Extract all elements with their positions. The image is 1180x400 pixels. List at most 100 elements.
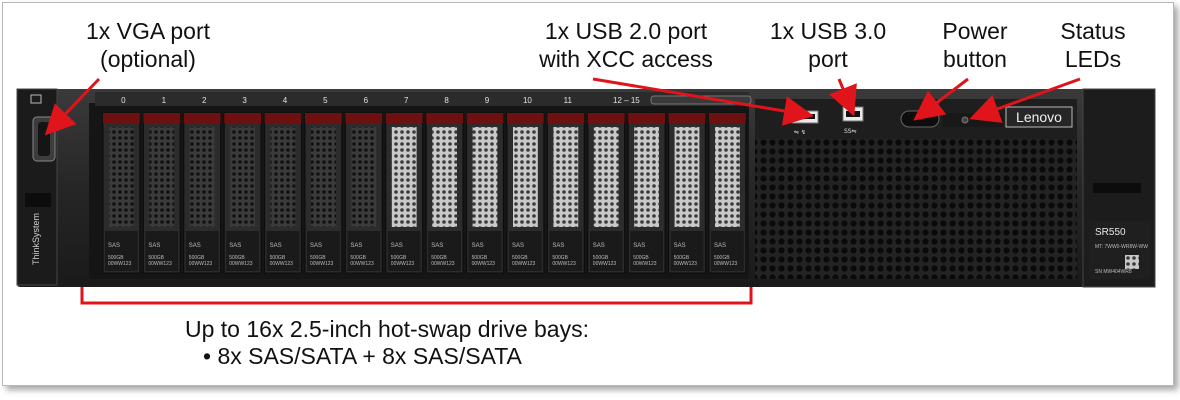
drive-label-type: SAS: [310, 243, 322, 249]
drive-bay: SAS500GB00WW123: [668, 112, 706, 274]
drive-bay: SAS500GB00WW123: [708, 112, 747, 274]
drive-label-type: SAS: [593, 243, 605, 249]
drive-label-type: SAS: [552, 243, 564, 249]
drive-bay: SAS500GB00WW123: [506, 112, 545, 274]
drive-bay: SAS500GB00WW123: [183, 112, 222, 274]
bay-number: 9: [485, 96, 490, 105]
vga-port: [32, 116, 56, 162]
drive-vent: [109, 127, 134, 227]
bay-number: 10: [523, 96, 532, 105]
drive-release-latch: [547, 113, 585, 123]
drive-release-latch: [103, 113, 140, 123]
drive-bay: SAS500GB00WW123: [587, 112, 626, 274]
drive-bay: SAS500GB00WW123: [223, 112, 262, 274]
bay-number: 4: [283, 96, 288, 105]
model-name: SR550: [1095, 227, 1126, 238]
drive-label-pn: 00WW123: [270, 261, 294, 267]
drive-bay: SAS500GB00WW123: [466, 112, 504, 274]
bay-number: 0: [121, 96, 126, 105]
drive-vent: [230, 127, 255, 227]
drive-release-latch: [426, 113, 463, 123]
lenovo-logo: Lenovo: [1016, 109, 1062, 125]
usb3-icon: SS⇋: [844, 128, 857, 135]
drive-release-latch: [466, 113, 504, 123]
drive-label-pn: 00WW123: [472, 261, 496, 267]
drive-label-type: SAS: [633, 243, 645, 249]
drive-release-latch: [345, 113, 383, 123]
drive-vent: [513, 127, 538, 227]
drive-vent: [715, 127, 740, 227]
drive-label-pn: 00WW123: [189, 261, 213, 267]
serial-label: SN MW404WR8: [1095, 269, 1132, 275]
drive-label-pn: 00WW123: [593, 261, 617, 267]
drive-label-type: SAS: [391, 243, 403, 249]
drive-label-pn: 00WW123: [714, 261, 738, 267]
drive-release-latch: [305, 113, 342, 123]
usb2-icon: ⇋ ↯: [794, 129, 806, 136]
status-led: [961, 116, 969, 124]
drive-release-latch: [668, 113, 706, 123]
drive-label-pn: 00WW123: [512, 261, 536, 267]
drive-vent: [270, 127, 296, 227]
drive-release-latch: [628, 113, 665, 123]
bay-number: 3: [242, 96, 247, 105]
left-ear-slot: [25, 193, 51, 207]
machine-type-label: MT: 7WW0-WR8W-WW: [1095, 244, 1148, 250]
drive-label-pn: 00WW123: [148, 261, 172, 267]
drive-bay: SAS500GB00WW123: [344, 112, 383, 274]
drive-bay: SAS500GB00WW123: [142, 112, 181, 274]
drive-label-type: SAS: [674, 243, 686, 249]
figure-frame: 1x VGA port (optional) 1x USB 2.0 port w…: [2, 2, 1174, 386]
drive-vent: [351, 127, 377, 227]
drive-release-latch: [385, 113, 423, 123]
drive-release-latch: [143, 113, 181, 123]
drive-label-type: SAS: [512, 243, 524, 249]
server-front-diagram: ThinkSystem 0 1 2 3 4 5 6 7 8 9 10 11 12 – 15 SAS500…: [16, 77, 1156, 305]
drive-bay: SAS500GB00WW123: [546, 112, 585, 274]
drive-bays-bracket: [80, 287, 753, 305]
drive-label-pn: 00WW123: [391, 261, 415, 267]
vent-mesh: [755, 139, 1077, 279]
drive-label-pn: 00WW123: [229, 261, 253, 267]
drive-bays-title: Up to 16x 2.5-inch hot-swap drive bays:: [185, 316, 589, 342]
qr-code: [1125, 255, 1139, 269]
bay-number: 12 – 15: [613, 96, 640, 105]
drive-vent: [311, 127, 336, 227]
bay-number: 5: [323, 96, 328, 105]
drive-label-type: SAS: [431, 243, 443, 249]
drive-label-type: SAS: [270, 243, 282, 249]
drive-label-pn: 00WW123: [674, 261, 698, 267]
bay-number: 1: [162, 96, 167, 105]
drive-vent: [149, 127, 175, 227]
drive-label-type: SAS: [189, 243, 201, 249]
drive-release-latch: [224, 113, 261, 123]
drive-label-type: SAS: [108, 243, 120, 249]
drive-label-pn: 00WW123: [633, 261, 657, 267]
drive-bay: SAS500GB00WW123: [627, 112, 666, 274]
drive-release-latch: [587, 113, 625, 123]
drive-label-type: SAS: [472, 243, 484, 249]
drive-vent: [432, 127, 457, 227]
drive-label-pn: 00WW123: [552, 261, 576, 267]
drive-label-pn: 00WW123: [108, 261, 132, 267]
drive-release-latch: [264, 113, 302, 123]
drive-bay: SAS500GB00WW123: [102, 112, 141, 274]
bay-number: 7: [404, 96, 409, 105]
right-ear-slot: [1093, 183, 1141, 193]
drive-vent: [472, 127, 498, 227]
drive-bay: SAS500GB00WW123: [385, 112, 424, 274]
drive-bay: SAS500GB00WW123: [425, 112, 464, 274]
drive-vent: [593, 127, 619, 227]
drive-vent: [391, 127, 417, 227]
drive-bays-bullet: • 8x SAS/SATA + 8x SAS/SATA: [203, 343, 522, 369]
power-button: [900, 110, 940, 128]
drive-label-type: SAS: [714, 243, 726, 249]
drive-label-pn: 00WW123: [350, 261, 374, 267]
drive-bay: SAS500GB00WW123: [264, 112, 302, 274]
drive-release-latch: [183, 113, 221, 123]
drive-vent: [674, 127, 700, 227]
drive-vent: [189, 127, 215, 227]
bay-number: 8: [444, 96, 449, 105]
drive-release-latch: [507, 113, 544, 123]
drive-vent: [553, 127, 579, 227]
